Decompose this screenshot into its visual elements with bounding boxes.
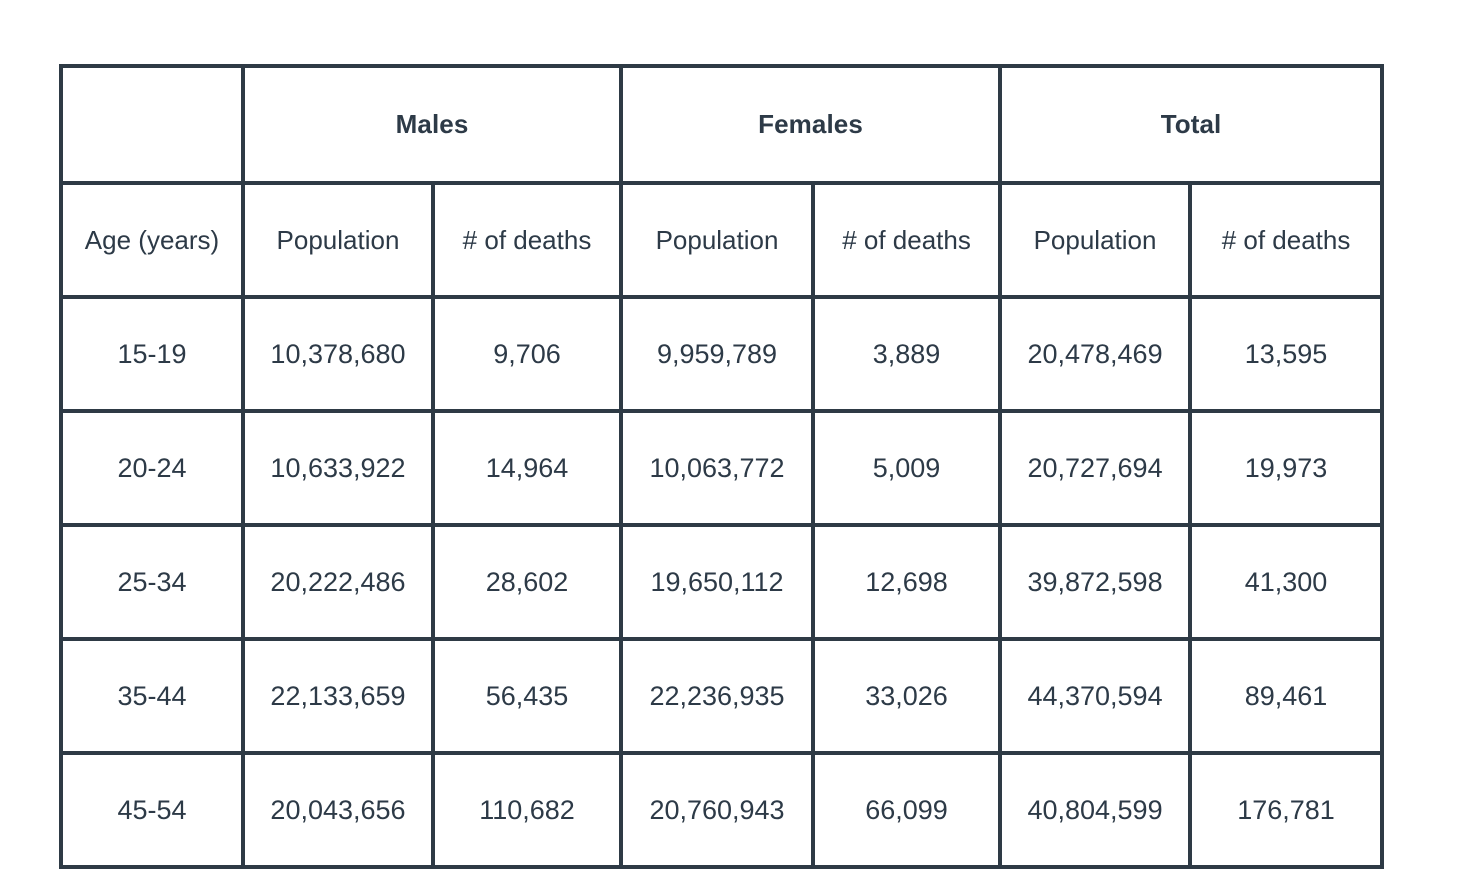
cell-total-population: 44,370,594 bbox=[998, 637, 1193, 755]
cell-males-deaths: 110,682 bbox=[430, 751, 624, 869]
cell-males-population: 10,378,680 bbox=[241, 295, 435, 413]
cell-age: 15-19 bbox=[59, 295, 245, 413]
table-row: 35-44 22,133,659 56,435 22,236,935 33,02… bbox=[59, 637, 1385, 755]
table-row: 15-19 10,378,680 9,706 9,959,789 3,889 2… bbox=[59, 295, 1385, 413]
cell-males-population: 20,043,656 bbox=[241, 751, 435, 869]
population-deaths-table: Males Females Total Age (years) Populati… bbox=[59, 64, 1385, 869]
cell-males-population: 20,222,486 bbox=[241, 523, 435, 641]
cell-age: 25-34 bbox=[59, 523, 245, 641]
cell-males-deaths: 28,602 bbox=[430, 523, 624, 641]
cell-females-deaths: 12,698 bbox=[811, 523, 1003, 641]
group-header-row: Males Females Total bbox=[59, 64, 1385, 185]
cell-total-deaths: 176,781 bbox=[1188, 751, 1385, 869]
column-header-females-deaths: # of deaths bbox=[811, 181, 1003, 299]
cell-age: 20-24 bbox=[59, 409, 245, 527]
cell-females-deaths: 5,009 bbox=[811, 409, 1003, 527]
table-container: Males Females Total Age (years) Populati… bbox=[59, 64, 1385, 869]
cell-total-deaths: 13,595 bbox=[1188, 295, 1385, 413]
table-row: 25-34 20,222,486 28,602 19,650,112 12,69… bbox=[59, 523, 1385, 641]
cell-age: 45-54 bbox=[59, 751, 245, 869]
column-header-total-population: Population bbox=[998, 181, 1193, 299]
group-header-males: Males bbox=[240, 64, 624, 185]
cell-total-population: 20,727,694 bbox=[998, 409, 1193, 527]
group-header-females: Females bbox=[619, 64, 1003, 185]
cell-females-deaths: 3,889 bbox=[811, 295, 1003, 413]
table-body: 15-19 10,378,680 9,706 9,959,789 3,889 2… bbox=[59, 295, 1385, 869]
cell-females-population: 22,236,935 bbox=[619, 637, 816, 755]
column-header-age: Age (years) bbox=[59, 181, 245, 299]
cell-total-population: 39,872,598 bbox=[998, 523, 1193, 641]
cell-females-deaths: 66,099 bbox=[811, 751, 1003, 869]
cell-males-deaths: 14,964 bbox=[430, 409, 624, 527]
group-header-total: Total bbox=[998, 64, 1385, 185]
column-header-row: Age (years) Population # of deaths Popul… bbox=[59, 181, 1385, 299]
cell-females-population: 10,063,772 bbox=[619, 409, 816, 527]
cell-males-population: 22,133,659 bbox=[241, 637, 435, 755]
cell-females-deaths: 33,026 bbox=[811, 637, 1003, 755]
table-row: 20-24 10,633,922 14,964 10,063,772 5,009… bbox=[59, 409, 1385, 527]
header-corner-spacer bbox=[59, 64, 245, 185]
cell-total-deaths: 19,973 bbox=[1188, 409, 1385, 527]
cell-total-population: 40,804,599 bbox=[998, 751, 1193, 869]
column-header-males-deaths: # of deaths bbox=[430, 181, 624, 299]
table-row: 45-54 20,043,656 110,682 20,760,943 66,0… bbox=[59, 751, 1385, 869]
cell-males-population: 10,633,922 bbox=[241, 409, 435, 527]
cell-total-population: 20,478,469 bbox=[998, 295, 1193, 413]
page-root: Males Females Total Age (years) Populati… bbox=[0, 0, 1466, 869]
cell-females-population: 19,650,112 bbox=[619, 523, 816, 641]
cell-females-population: 20,760,943 bbox=[619, 751, 816, 869]
column-header-males-population: Population bbox=[241, 181, 435, 299]
cell-age: 35-44 bbox=[59, 637, 245, 755]
cell-total-deaths: 89,461 bbox=[1188, 637, 1385, 755]
table-header: Males Females Total Age (years) Populati… bbox=[59, 64, 1385, 299]
cell-total-deaths: 41,300 bbox=[1188, 523, 1385, 641]
cell-females-population: 9,959,789 bbox=[619, 295, 816, 413]
column-header-females-population: Population bbox=[619, 181, 816, 299]
cell-males-deaths: 9,706 bbox=[430, 295, 624, 413]
cell-males-deaths: 56,435 bbox=[430, 637, 624, 755]
column-header-total-deaths: # of deaths bbox=[1188, 181, 1385, 299]
